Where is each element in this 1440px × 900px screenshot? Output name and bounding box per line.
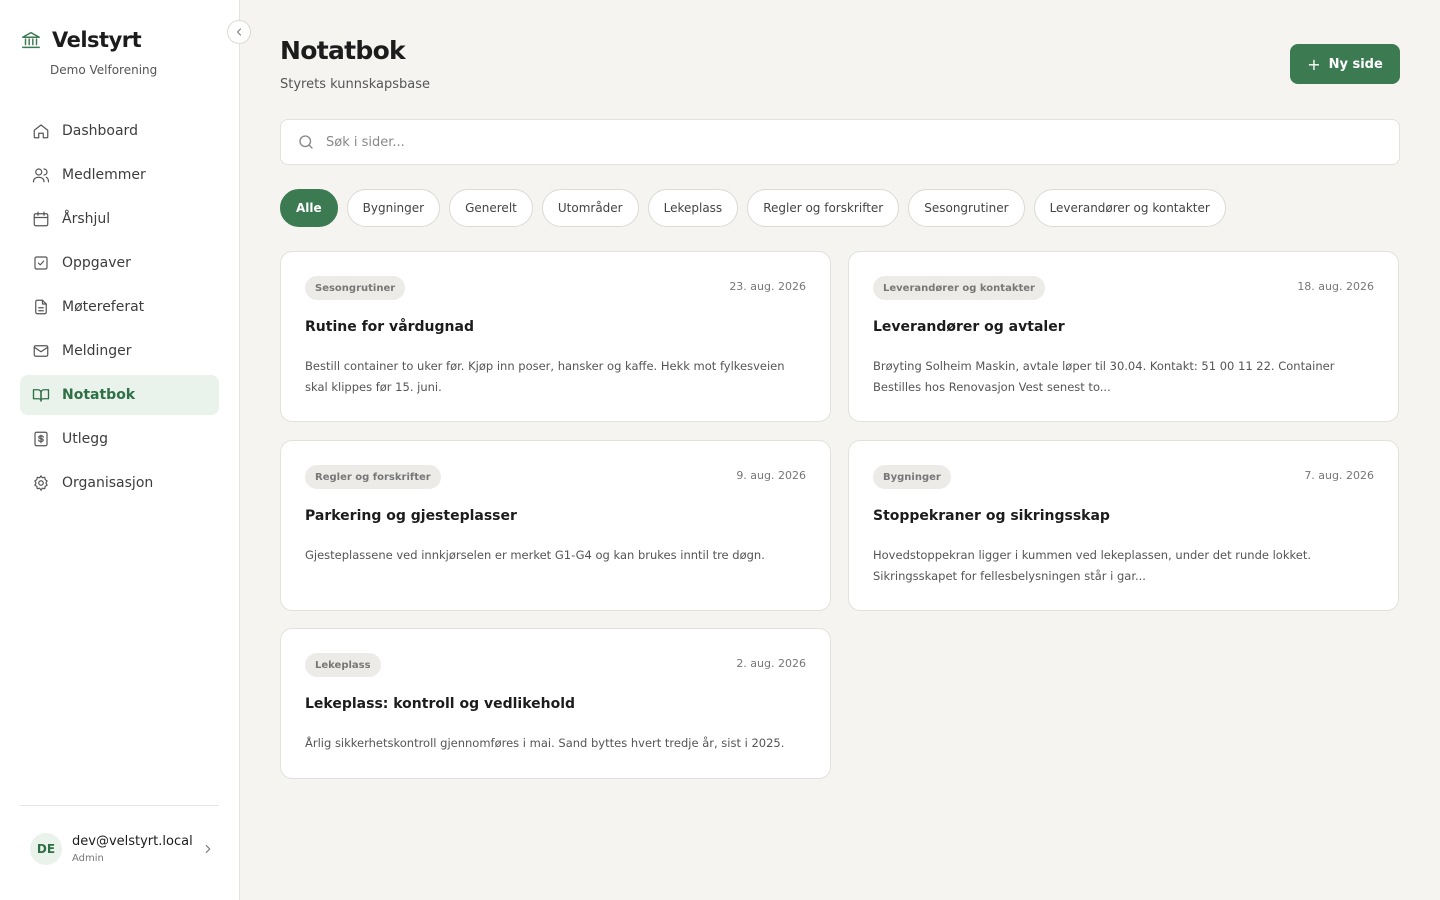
note-date: 7. aug. 2026 xyxy=(1304,469,1374,482)
page-title: Notatbok xyxy=(280,36,406,65)
category-tag: Bygninger xyxy=(873,465,951,489)
note-card[interactable]: Lekeplass 2. aug. 2026 Lekeplass: kontro… xyxy=(280,628,831,779)
note-date: 23. aug. 2026 xyxy=(729,280,806,293)
mail-icon xyxy=(32,342,50,360)
sidebar-item-utlegg[interactable]: Utlegg xyxy=(20,419,219,459)
note-excerpt: Brøyting Solheim Maskin, avtale løper ti… xyxy=(873,359,1335,394)
filter-chip-regler[interactable]: Regler og forskrifter xyxy=(747,189,900,227)
category-tag: Regler og forskrifter xyxy=(305,465,441,489)
note-card[interactable]: Regler og forskrifter 9. aug. 2026 Parke… xyxy=(280,440,831,611)
note-card[interactable]: Sesongrutiner 23. aug. 2026 Rutine for v… xyxy=(280,251,831,422)
page-subtitle: Styrets kunnskapsbase xyxy=(280,77,431,92)
new-page-button[interactable]: + Ny side xyxy=(1290,44,1400,84)
chevron-left-icon xyxy=(233,26,245,38)
filter-chip-bygninger[interactable]: Bygninger xyxy=(346,189,441,227)
sidebar: Velstyrt Demo Velforening Dashboard Medl… xyxy=(0,0,251,900)
calendar-icon xyxy=(32,210,50,228)
sidebar-item-dashboard[interactable]: Dashboard xyxy=(20,111,219,151)
sidebar-item-medlemmer[interactable]: Medlemmer xyxy=(20,155,219,195)
chevron-right-icon xyxy=(201,842,215,856)
note-title: Lekeplass: kontroll og vedlikehold xyxy=(305,696,576,712)
sidebar-item-label: Medlemmer xyxy=(62,167,146,183)
note-title: Leverandører og avtaler xyxy=(873,319,1065,335)
search-input[interactable] xyxy=(326,134,1326,150)
avatar: DE xyxy=(30,833,62,865)
sidebar-item-meldinger[interactable]: Meldinger xyxy=(20,331,219,371)
note-card[interactable]: Bygninger 7. aug. 2026 Stoppekraner og s… xyxy=(848,440,1399,611)
sidebar-item-label: Møtereferat xyxy=(62,299,145,315)
user-menu[interactable]: DE dev@velstyrt.local Admin xyxy=(30,831,215,867)
filter-chip-utomrader[interactable]: Utområder xyxy=(541,189,639,227)
book-icon xyxy=(32,386,50,404)
sidebar-item-label: Oppgaver xyxy=(62,255,131,271)
user-info: dev@velstyrt.local Admin xyxy=(72,834,201,864)
document-icon xyxy=(32,298,50,316)
user-role: Admin xyxy=(72,853,104,864)
sidebar-divider xyxy=(20,805,219,806)
category-tag: Lekeplass xyxy=(305,653,381,677)
organization-name: Demo Velforening xyxy=(50,63,158,77)
filter-chip-alle[interactable]: Alle xyxy=(280,189,338,227)
note-title: Rutine for vårdugnad xyxy=(305,319,474,335)
gear-icon xyxy=(32,474,50,492)
sidebar-item-label: Meldinger xyxy=(62,343,132,359)
sidebar-item-label: Utlegg xyxy=(62,431,109,447)
sidebar-item-label: Årshjul xyxy=(62,211,111,227)
search-icon xyxy=(297,133,315,151)
bank-icon xyxy=(20,29,42,51)
filter-chip-generelt[interactable]: Generelt xyxy=(449,189,533,227)
category-tag: Sesongrutiner xyxy=(305,276,406,300)
user-email: dev@velstyrt.local xyxy=(72,834,193,849)
note-card[interactable]: Leverandører og kontakter 18. aug. 2026 … xyxy=(848,251,1399,422)
sidebar-item-motereferat[interactable]: Møtereferat xyxy=(20,287,219,327)
new-page-label: Ny side xyxy=(1328,56,1383,72)
category-filters: Alle Bygninger Generelt Utområder Lekepl… xyxy=(280,189,1235,227)
home-icon xyxy=(32,122,50,140)
filter-chip-leverandorer[interactable]: Leverandører og kontakter xyxy=(1033,189,1226,227)
collapse-sidebar-button[interactable] xyxy=(227,20,251,44)
brand-name: Velstyrt xyxy=(52,28,142,52)
plus-icon: + xyxy=(1307,54,1321,74)
brand[interactable]: Velstyrt xyxy=(20,28,142,52)
note-excerpt: Hovedstoppekran ligger i kummen ved leke… xyxy=(873,548,1311,583)
note-excerpt: Årlig sikkerhetskontroll gjennomføres i … xyxy=(305,736,785,750)
sidebar-item-label: Organisasjon xyxy=(62,475,154,491)
note-title: Parkering og gjesteplasser xyxy=(305,508,517,524)
filter-chip-sesongrutiner[interactable]: Sesongrutiner xyxy=(908,189,1025,227)
note-date: 9. aug. 2026 xyxy=(736,469,806,482)
users-icon xyxy=(32,166,50,184)
sidebar-item-notatbok[interactable]: Notatbok xyxy=(20,375,219,415)
category-tag: Leverandører og kontakter xyxy=(873,276,1045,300)
note-excerpt: Gjesteplassene ved innkjørselen er merke… xyxy=(305,548,765,562)
note-date: 18. aug. 2026 xyxy=(1297,280,1374,293)
sidebar-item-label: Notatbok xyxy=(62,387,136,403)
sidebar-item-arshjul[interactable]: Årshjul xyxy=(20,199,219,239)
note-excerpt: Bestill container to uker før. Kjøp inn … xyxy=(305,359,785,394)
sidebar-item-label: Dashboard xyxy=(62,123,138,139)
search-bar[interactable] xyxy=(280,119,1400,165)
note-date: 2. aug. 2026 xyxy=(736,657,806,670)
sidebar-item-organisasjon[interactable]: Organisasjon xyxy=(20,463,219,503)
receipt-dollar-icon xyxy=(32,430,50,448)
checkbox-icon xyxy=(32,254,50,272)
sidebar-item-oppgaver[interactable]: Oppgaver xyxy=(20,243,219,283)
note-title: Stoppekraner og sikringsskap xyxy=(873,508,1110,524)
sidebar-nav: Dashboard Medlemmer Årshjul Oppgaver Møt… xyxy=(20,111,219,507)
filter-chip-lekeplass[interactable]: Lekeplass xyxy=(647,189,739,227)
